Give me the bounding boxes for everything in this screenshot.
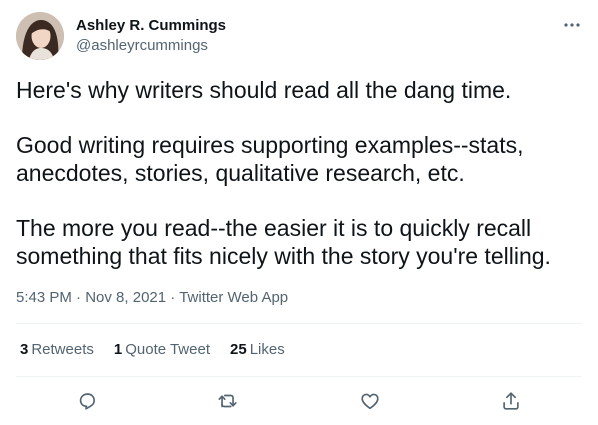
quotes-label: Quote Tweet	[125, 341, 210, 358]
reply-button[interactable]	[74, 388, 100, 414]
tweet-time[interactable]: 5:43 PM	[16, 289, 72, 306]
share-button[interactable]	[498, 388, 524, 414]
reply-icon	[79, 393, 95, 410]
quotes-count: 1	[113, 341, 123, 358]
tweet-paragraph: Good writing requires supporting example…	[16, 132, 524, 186]
tweet-actions	[16, 388, 582, 414]
meta-separator: ·	[76, 289, 82, 306]
tweet-date[interactable]: Nov 8, 2021	[85, 289, 166, 306]
retweets-label: Retweets	[31, 341, 94, 358]
more-options-button[interactable]	[562, 16, 582, 34]
likes-stat[interactable]: 25 Likes	[230, 340, 285, 360]
divider	[16, 323, 582, 324]
like-icon	[361, 393, 379, 410]
tweet-text: Here's why writers should read all the d…	[16, 76, 586, 270]
tweet-source[interactable]: Twitter Web App	[179, 289, 288, 306]
tweet-header: Ashley R. Cummings @ashleyrcummings	[16, 12, 582, 62]
user-handle[interactable]: @ashleyrcummings	[76, 36, 226, 56]
avatar[interactable]	[16, 12, 64, 60]
retweets-stat[interactable]: 3 Retweets	[20, 340, 94, 360]
divider	[16, 376, 582, 377]
retweet-icon	[218, 394, 237, 408]
meta-separator: ·	[170, 289, 176, 306]
share-icon	[503, 392, 519, 410]
tweet-meta: 5:43 PM · Nov 8, 2021 · Twitter Web App	[16, 288, 288, 308]
tweet-paragraph: The more you read--the easier it is to q…	[16, 215, 551, 269]
more-icon	[564, 23, 580, 27]
tweet-stats: 3 Retweets 1 Quote Tweet 25 Likes	[20, 340, 285, 360]
likes-label: Likes	[249, 341, 285, 358]
display-name[interactable]: Ashley R. Cummings	[76, 16, 226, 36]
retweet-button[interactable]	[215, 388, 241, 414]
tweet-card: Ashley R. Cummings @ashleyrcummings Here…	[0, 0, 598, 425]
retweets-count: 3	[20, 341, 29, 358]
quote-tweets-stat[interactable]: 1 Quote Tweet	[114, 340, 210, 360]
likes-count: 25	[230, 341, 247, 358]
author-info: Ashley R. Cummings @ashleyrcummings	[76, 16, 226, 56]
avatar-image	[16, 12, 64, 60]
tweet-paragraph: Here's why writers should read all the d…	[16, 77, 512, 103]
like-button[interactable]	[357, 388, 383, 414]
